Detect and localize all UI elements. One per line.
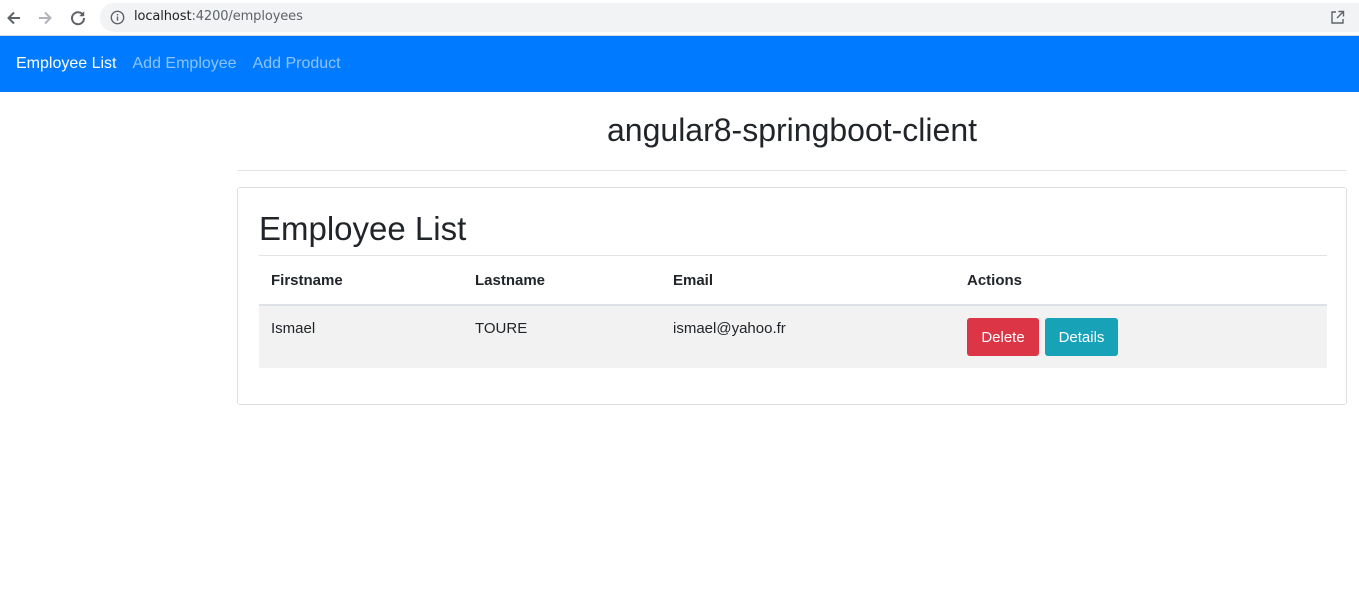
column-header-actions: Actions (955, 256, 1327, 306)
details-button[interactable]: Details (1045, 318, 1118, 356)
cell-actions: Delete Details (955, 305, 1327, 368)
table-row: Ismael TOURE ismael@yahoo.fr Delete Detai… (259, 305, 1327, 368)
employee-table: Firstname Lastname Email Actions Ismael … (259, 256, 1327, 368)
nav-link-add-product[interactable]: Add Product (253, 55, 341, 73)
cell-lastname: TOURE (463, 305, 661, 368)
panel-heading: Employee List (259, 210, 467, 247)
address-bar[interactable]: localhost:4200/employees (100, 3, 1359, 32)
app-title: angular8-springboot-client (607, 112, 977, 148)
title-divider (237, 170, 1347, 171)
nav-link-employee-list[interactable]: Employee List (16, 55, 117, 73)
forward-button[interactable] (33, 6, 57, 30)
url-path: :4200/employees (191, 9, 303, 24)
arrow-left-icon (7, 11, 20, 25)
reload-button[interactable] (66, 6, 90, 30)
url-text[interactable]: localhost:4200/employees (134, 9, 303, 24)
info-icon[interactable] (110, 10, 125, 25)
employee-list-panel: Employee List Firstname Lastname Email A… (237, 187, 1347, 405)
column-header-lastname: Lastname (463, 256, 661, 306)
column-header-email: Email (661, 256, 955, 306)
table-header-row: Firstname Lastname Email Actions (259, 256, 1327, 306)
app-navbar: Employee List Add Employee Add Product (0, 36, 1359, 92)
cell-firstname: Ismael (259, 305, 463, 368)
nav-link-add-employee[interactable]: Add Employee (133, 55, 237, 73)
column-header-firstname: Firstname (259, 256, 463, 306)
browser-toolbar: localhost:4200/employees (0, 0, 1359, 36)
cell-email: ismael@yahoo.fr (661, 305, 955, 368)
arrow-right-icon (39, 11, 52, 25)
reload-icon (71, 11, 86, 26)
url-host: localhost (134, 9, 192, 24)
delete-button[interactable]: Delete (967, 318, 1039, 356)
open-in-new-icon[interactable] (1330, 10, 1345, 25)
back-button[interactable] (2, 6, 26, 30)
